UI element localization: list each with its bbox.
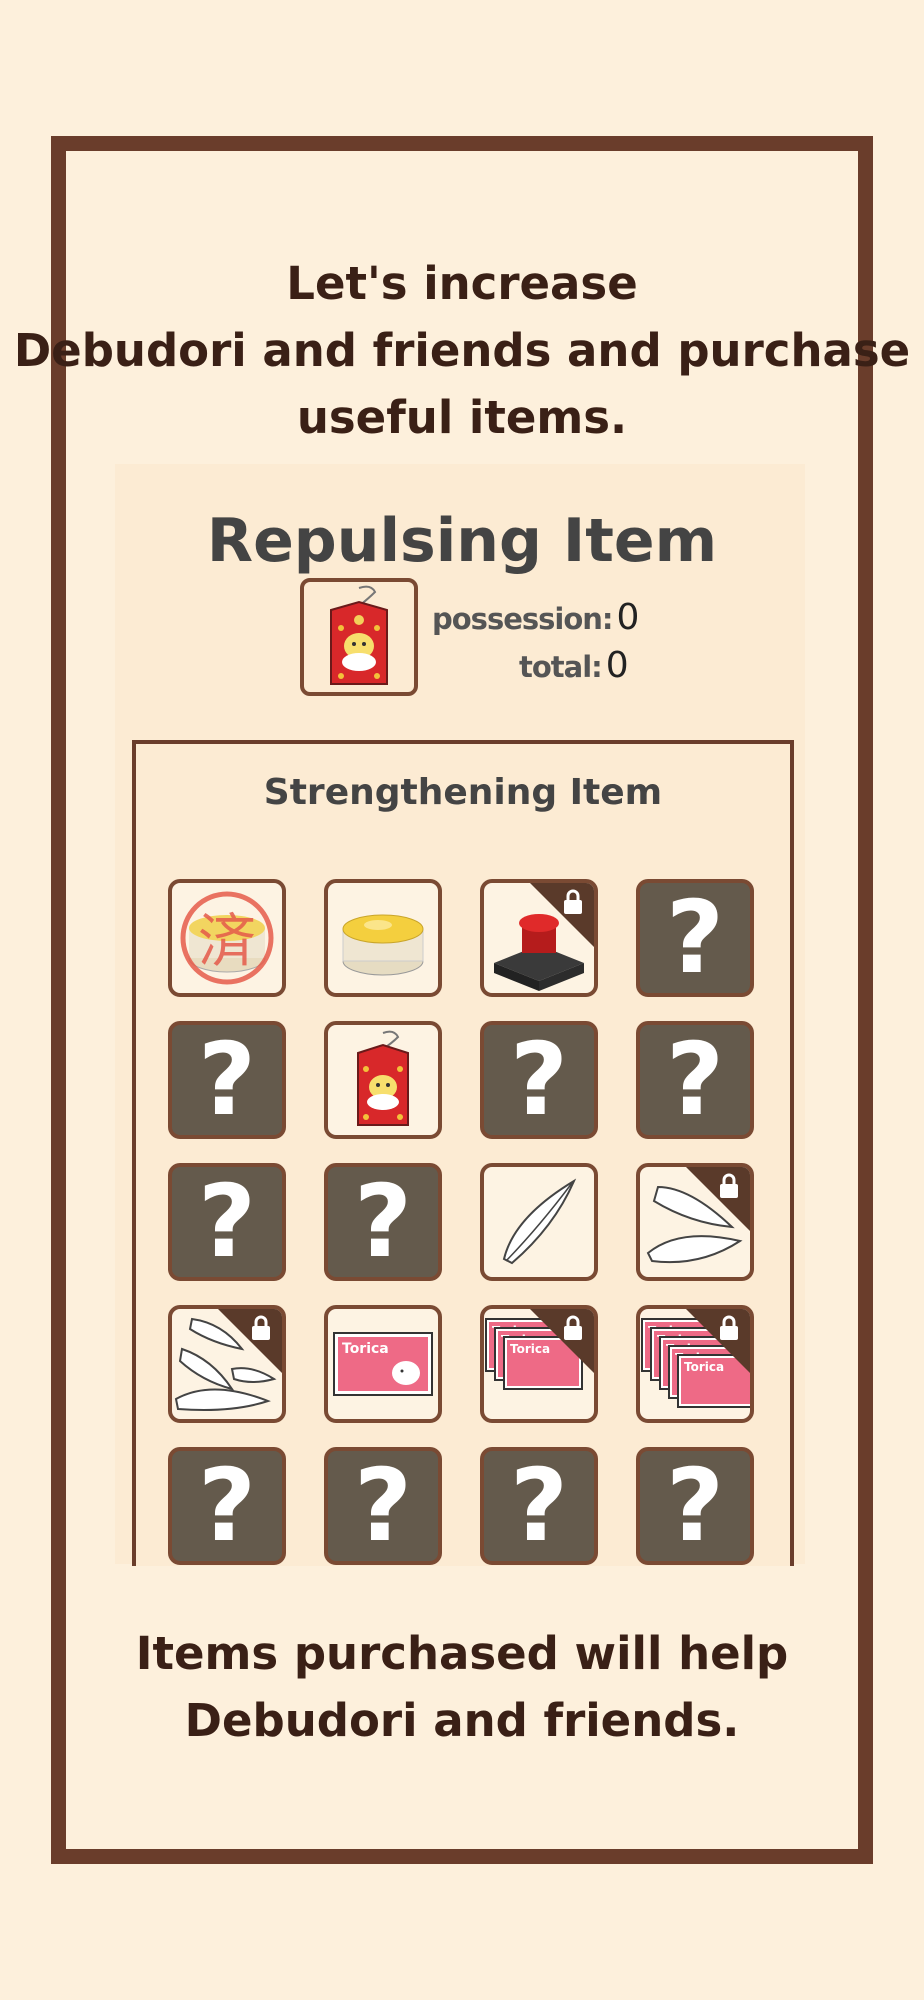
stamped-pudding-icon: 済 — [180, 891, 274, 985]
strengthening-item-slot[interactable]: ? — [168, 1021, 286, 1139]
total-label: total: — [519, 650, 603, 684]
intro-line-1: Let's increase — [286, 257, 638, 310]
outro-caption: Items purchased will help Debudori and f… — [0, 1620, 924, 1754]
feather-icon — [502, 1178, 577, 1265]
strengthening-item-slot[interactable] — [480, 1163, 598, 1281]
omamori-charm-icon — [330, 585, 388, 685]
unknown-icon: ? — [197, 1163, 256, 1280]
total-value: 0 — [605, 645, 629, 686]
torica-card-icon: Torica — [333, 1332, 433, 1396]
possession-label: possession: — [432, 602, 614, 636]
unknown-icon: ? — [509, 1447, 568, 1564]
strengthening-item-slot[interactable]: 済 — [168, 879, 286, 997]
unknown-icon: ? — [197, 1021, 256, 1138]
strengthening-item-slot[interactable]: ? — [324, 1447, 442, 1565]
strengthening-item-slot[interactable] — [324, 1021, 442, 1139]
unknown-icon: ? — [665, 1021, 724, 1138]
unknown-icon: ? — [665, 879, 724, 996]
strengthening-item-slot[interactable]: ? — [480, 1021, 598, 1139]
unknown-icon: ? — [353, 1447, 412, 1564]
possession-stat: possession: 0 — [432, 597, 640, 638]
svg-text:Torica: Torica — [342, 1341, 389, 1357]
strengthening-item-slot[interactable]: ToricaToricaTorica — [480, 1305, 598, 1423]
strengthening-item-slot[interactable]: ? — [636, 1021, 754, 1139]
possession-value: 0 — [616, 597, 640, 638]
repelling-title: Repulsing Item — [206, 506, 718, 576]
unknown-icon: ? — [197, 1447, 256, 1564]
outro-line-2: Debudori and friends. — [184, 1694, 740, 1747]
lock-icon — [564, 1315, 582, 1340]
unknown-icon: ? — [509, 1021, 568, 1138]
total-stat: total: 0 — [519, 645, 629, 686]
strengthening-item-slot[interactable]: ? — [636, 879, 754, 997]
strengthening-item-box: Strengthening Item 済?????? Torica Torica To… — [132, 740, 794, 1566]
strengthening-item-grid: 済??????ToricaToricaToricaToricaToricaTor… — [168, 879, 754, 1565]
strengthening-item-slot[interactable]: ? — [168, 1163, 286, 1281]
svg-text:済: 済 — [198, 907, 256, 975]
pudding-icon — [342, 914, 424, 976]
strengthening-item-slot[interactable] — [324, 879, 442, 997]
strengthening-item-slot[interactable]: Torica — [324, 1305, 442, 1423]
repelling-item-slot[interactable] — [300, 578, 418, 696]
unknown-icon: ? — [353, 1163, 412, 1280]
strengthening-item-slot[interactable]: ? — [324, 1163, 442, 1281]
intro-line-3: useful items. — [296, 391, 628, 444]
strengthening-item-slot[interactable]: ToricaToricaToricaToricaTorica — [636, 1305, 754, 1423]
strengthening-item-slot[interactable]: ? — [168, 1447, 286, 1565]
unknown-icon: ? — [665, 1447, 724, 1564]
lock-icon — [564, 889, 582, 914]
lock-icon — [252, 1315, 270, 1340]
strengthening-item-slot[interactable] — [636, 1163, 754, 1281]
intro-caption: Let's increase Debudori and friends and … — [0, 250, 924, 451]
strengthening-item-slot[interactable] — [480, 879, 598, 997]
strengthening-item-slot[interactable]: ? — [480, 1447, 598, 1565]
omamori-charm-icon — [357, 1030, 409, 1126]
strengthening-item-slot[interactable]: ? — [636, 1447, 754, 1565]
intro-line-2: Debudori and friends and purchase — [13, 324, 911, 377]
strengthening-title: Strengthening Item — [263, 772, 663, 813]
lock-icon — [720, 1315, 738, 1340]
outro-line-1: Items purchased will help — [135, 1627, 789, 1680]
lock-icon — [720, 1173, 738, 1198]
strengthening-item-slot[interactable] — [168, 1305, 286, 1423]
